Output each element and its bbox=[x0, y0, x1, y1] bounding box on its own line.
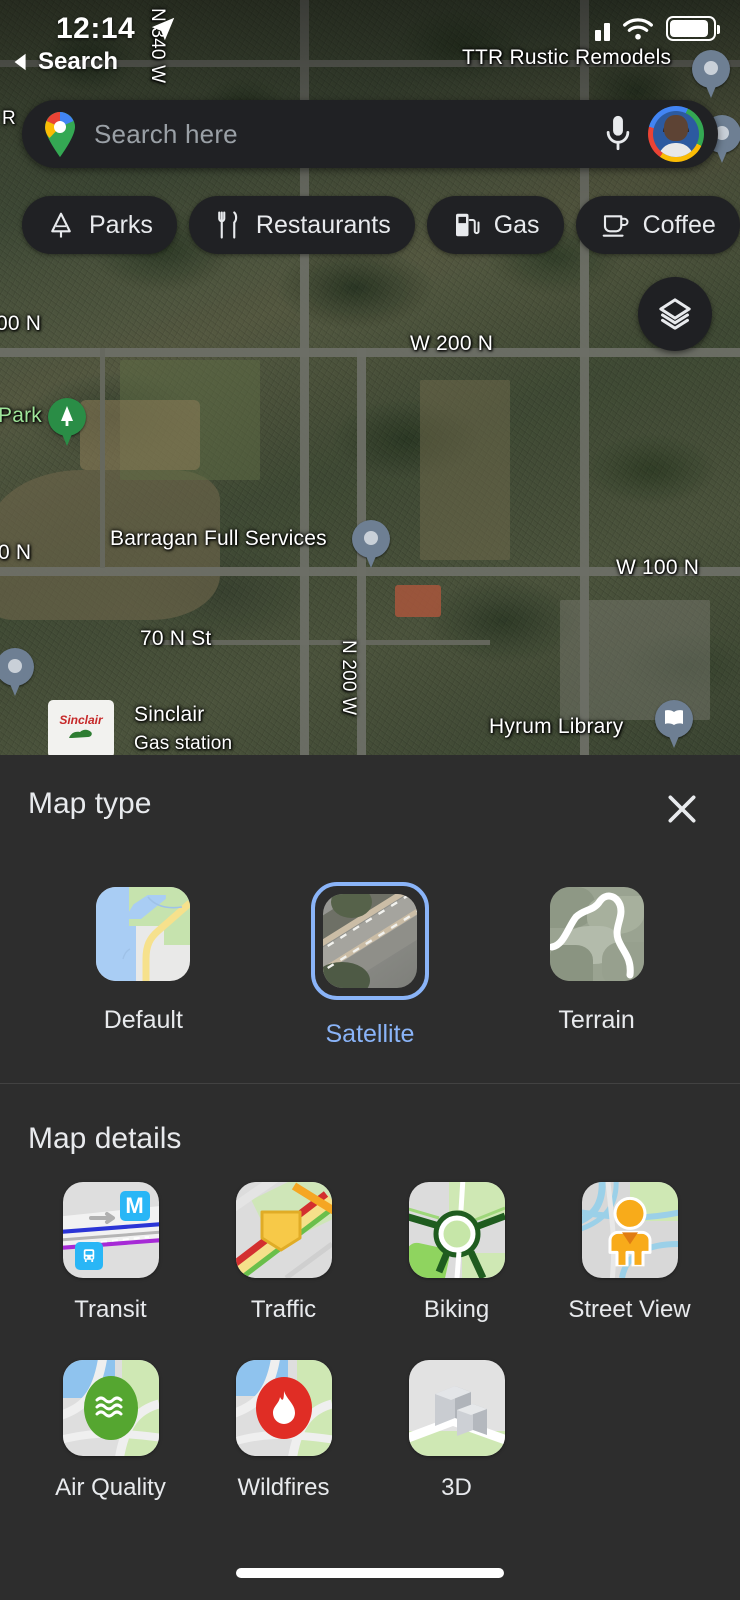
map-detail-label: 3D bbox=[441, 1474, 472, 1501]
map-detail-traffic[interactable]: Traffic bbox=[197, 1182, 370, 1324]
map-pin-park[interactable] bbox=[48, 398, 86, 448]
map-detail-biking[interactable]: Biking bbox=[370, 1182, 543, 1324]
close-x-icon bbox=[668, 795, 696, 823]
map-details-title: Map details bbox=[28, 1122, 182, 1155]
map-detail-label: Air Quality bbox=[55, 1474, 166, 1501]
map-pin[interactable] bbox=[352, 520, 390, 570]
category-chip-row[interactable]: Parks Restaurants Gas Coffee bbox=[22, 196, 740, 254]
map-label: W 100 N bbox=[616, 556, 700, 579]
map-type-default[interactable]: Default bbox=[53, 882, 233, 1035]
chip-label: Gas bbox=[493, 210, 540, 239]
map-type-label: Default bbox=[103, 1006, 183, 1034]
map-label: Park bbox=[0, 404, 42, 427]
home-indicator bbox=[236, 1568, 504, 1578]
dinosaur-icon bbox=[68, 729, 92, 738]
park-tree-icon bbox=[51, 212, 71, 238]
google-maps-screen: Sinclair TTR Rustic Remodels N 340 W R 0… bbox=[0, 0, 740, 1600]
map-label: Gas station bbox=[134, 733, 233, 754]
map-label: Barragan Full Services bbox=[110, 527, 327, 550]
map-label: Hyrum Library bbox=[489, 715, 624, 738]
location-arrow-icon bbox=[148, 14, 178, 49]
gas-pump-icon bbox=[455, 213, 480, 237]
traffic-shield-icon bbox=[260, 1210, 301, 1252]
biking-icon bbox=[408, 1182, 505, 1278]
map-type-label: Terrain bbox=[558, 1006, 635, 1034]
map-detail-label: Traffic bbox=[250, 1296, 317, 1323]
map-type-label: Satellite bbox=[325, 1020, 415, 1048]
restaurant-fork-knife-icon bbox=[218, 211, 238, 239]
search-bar[interactable]: Search here bbox=[22, 100, 718, 168]
back-to-search-button[interactable]: Search bbox=[10, 48, 118, 76]
map-label: 0 N bbox=[0, 541, 32, 564]
avatar[interactable] bbox=[648, 106, 704, 162]
cellular-signal-icon bbox=[595, 17, 610, 41]
tree-icon bbox=[61, 406, 73, 426]
map-detail-air-quality[interactable]: Air Quality bbox=[24, 1360, 197, 1502]
transit-icon: M bbox=[62, 1182, 159, 1278]
map-detail-label: Transit bbox=[74, 1296, 147, 1323]
status-time: 12:14 bbox=[56, 12, 136, 45]
coffee-cup-icon bbox=[602, 215, 628, 237]
map-type-sheet: Map type Default Satellite Terrain Map d… bbox=[0, 755, 740, 1600]
map-terrain-thumbnail bbox=[549, 887, 644, 981]
map-details-grid[interactable]: M Transit Traffic Biking Street View Air… bbox=[0, 1156, 740, 1538]
map-label: Sinclair bbox=[134, 703, 205, 726]
layers-button[interactable] bbox=[638, 277, 712, 351]
3d-buildings-icon bbox=[408, 1360, 505, 1456]
map-default-thumbnail bbox=[96, 887, 191, 981]
chip-restaurants[interactable]: Restaurants bbox=[188, 196, 415, 254]
air-quality-icon bbox=[62, 1360, 159, 1456]
wifi-icon bbox=[623, 18, 653, 40]
chip-parks[interactable]: Parks bbox=[22, 196, 177, 254]
status-bar: 12:14 Search bbox=[0, 0, 740, 75]
map-pin-library[interactable] bbox=[655, 700, 693, 750]
chip-gas[interactable]: Gas bbox=[426, 196, 564, 254]
thumb-wrap bbox=[91, 882, 195, 986]
layers-icon bbox=[659, 298, 691, 330]
thumb-wrap bbox=[545, 882, 649, 986]
map-type-satellite[interactable]: Satellite bbox=[280, 882, 460, 1049]
sheet-header: Map type bbox=[0, 755, 740, 860]
chip-coffee[interactable]: Coffee bbox=[575, 196, 740, 254]
back-triangle-icon bbox=[14, 53, 26, 71]
close-button[interactable] bbox=[656, 783, 708, 835]
street-view-pegman-icon bbox=[581, 1182, 678, 1278]
map-type-title: Map type bbox=[28, 787, 152, 820]
google-maps-pin-logo bbox=[40, 111, 80, 157]
map-detail-label: Wildfires bbox=[237, 1474, 330, 1501]
map-detail-label: Biking bbox=[423, 1296, 490, 1323]
map-label: 70 N St bbox=[140, 627, 212, 650]
map-label: R bbox=[2, 108, 16, 129]
map-label: W 200 N bbox=[410, 332, 494, 355]
book-icon bbox=[665, 710, 683, 725]
chip-label: Coffee bbox=[642, 210, 716, 239]
microphone-icon[interactable] bbox=[598, 111, 638, 157]
map-detail-label: Street View bbox=[568, 1296, 691, 1323]
chip-label: Parks bbox=[89, 210, 153, 239]
back-label: Search bbox=[38, 48, 119, 75]
map-business-logo-sinclair[interactable]: Sinclair bbox=[48, 700, 114, 757]
map-detail-wildfires[interactable]: Wildfires bbox=[197, 1360, 370, 1502]
wildfires-flame-icon bbox=[235, 1360, 332, 1456]
search-input[interactable]: Search here bbox=[94, 119, 598, 150]
map-label: N 200 W bbox=[338, 640, 359, 716]
status-indicators bbox=[595, 16, 720, 41]
map-detail-transit[interactable]: M Transit bbox=[24, 1182, 197, 1324]
map-pin[interactable] bbox=[0, 648, 34, 698]
battery-icon bbox=[666, 16, 720, 41]
thumb-wrap-selected bbox=[310, 882, 429, 1000]
map-label: 00 N bbox=[0, 312, 42, 335]
map-type-options[interactable]: Default Satellite Terrain bbox=[0, 860, 740, 1083]
map-detail-street-view[interactable]: Street View bbox=[543, 1182, 716, 1324]
map-detail-3d[interactable]: 3D bbox=[370, 1360, 543, 1502]
traffic-icon bbox=[235, 1182, 332, 1278]
chip-label: Restaurants bbox=[255, 210, 391, 239]
map-type-terrain[interactable]: Terrain bbox=[507, 882, 687, 1035]
map-satellite-thumbnail bbox=[322, 894, 417, 988]
